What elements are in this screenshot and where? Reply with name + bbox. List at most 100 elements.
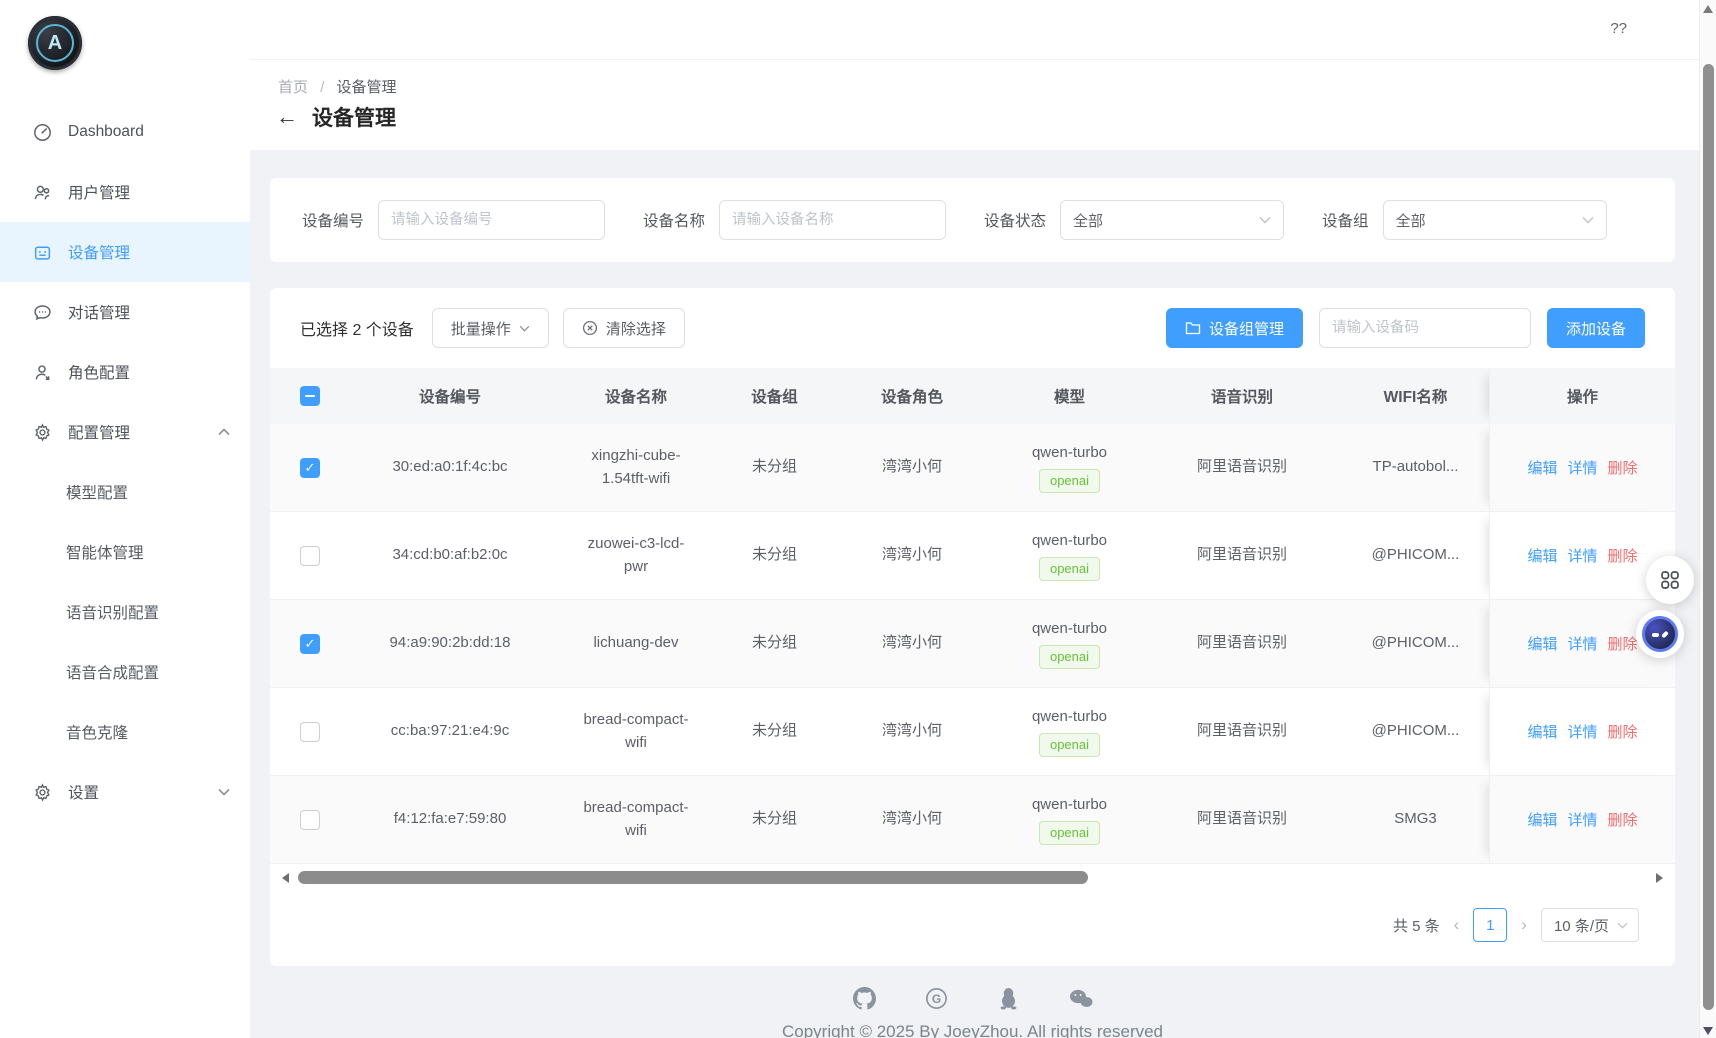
row-checkbox[interactable]: ✓ <box>300 546 320 566</box>
sidebar-item-asr-config[interactable]: 语音识别配置 <box>0 582 250 642</box>
sidebar-nav: Dashboard 用户管理 设备管理 对话管理 角色配置 <box>0 102 250 822</box>
delete-link[interactable]: 删除 <box>1608 545 1638 566</box>
table-toolbar: 已选择 2 个设备 批量操作 清除选择 设备组管理 <box>270 288 1675 368</box>
app-logo[interactable]: A <box>0 0 250 84</box>
gitee-icon[interactable]: G <box>925 986 949 1010</box>
wifi-cell: @PHICOM... <box>1342 688 1489 775</box>
delete-link[interactable]: 删除 <box>1608 457 1638 478</box>
sidebar-item-label: 配置管理 <box>68 421 130 443</box>
scroll-down-arrow-icon[interactable] <box>1703 1027 1713 1035</box>
sidebar-item-config-mgmt[interactable]: 配置管理 <box>0 402 250 462</box>
assistant-button[interactable] <box>1636 610 1684 658</box>
sidebar-item-role-config[interactable]: 角色配置 <box>0 342 250 402</box>
col-device-id: 设备编号 <box>350 368 550 424</box>
model-cell: qwen-turbo <box>1032 530 1107 553</box>
col-wifi: WIFI名称 <box>1342 368 1489 424</box>
model-provider-tag: openai <box>1039 733 1100 757</box>
wifi-cell: SMG3 <box>1342 776 1489 863</box>
delete-link[interactable]: 删除 <box>1608 809 1638 830</box>
detail-link[interactable]: 详情 <box>1567 457 1597 478</box>
edit-link[interactable]: 编辑 <box>1527 721 1557 742</box>
breadcrumb-home[interactable]: 首页 <box>278 79 308 96</box>
device-group-select[interactable]: 全部 <box>1383 200 1607 240</box>
asr-cell: 阿里语音识别 <box>1142 776 1342 863</box>
qq-icon[interactable] <box>997 986 1021 1010</box>
sidebar-item-label: 设备管理 <box>68 241 130 263</box>
sidebar-item-agent-mgmt[interactable]: 智能体管理 <box>0 522 250 582</box>
scroll-left-arrow-icon[interactable] <box>282 873 289 883</box>
device-id-cell: 94:a9:90:2b:dd:18 <box>350 600 550 687</box>
sidebar-item-label: 设置 <box>68 781 99 803</box>
edit-link[interactable]: 编辑 <box>1527 457 1557 478</box>
table-row: ✓ 94:a9:90:2b:dd:18 lichuang-dev 未分组 湾湾小… <box>270 600 1675 688</box>
delete-link[interactable]: 删除 <box>1608 721 1638 742</box>
sidebar-item-label: 角色配置 <box>68 361 130 383</box>
add-device-button[interactable]: 添加设备 <box>1547 308 1645 348</box>
edit-link[interactable]: 编辑 <box>1527 809 1557 830</box>
back-arrow-icon[interactable]: ← <box>276 106 298 128</box>
sidebar-item-device-mgmt[interactable]: 设备管理 <box>0 222 250 282</box>
sidebar-item-user-mgmt[interactable]: 用户管理 <box>0 162 250 222</box>
clear-selection-button[interactable]: 清除选择 <box>563 308 685 348</box>
role-cell: 湾湾小何 <box>827 600 997 687</box>
gear-icon <box>32 422 52 442</box>
device-id-filter-input[interactable] <box>378 200 605 240</box>
wechat-icon[interactable] <box>1069 986 1093 1010</box>
table-row: ✓ f4:12:fa:e7:59:80 bread-compact-wifi 未… <box>270 776 1675 864</box>
device-id-cell: 30:ed:a0:1f:4c:bc <box>350 424 550 511</box>
edit-link[interactable]: 编辑 <box>1527 633 1557 654</box>
delete-link[interactable]: 删除 <box>1608 633 1638 654</box>
github-icon[interactable] <box>853 986 877 1010</box>
pagination-total: 共 5 条 <box>1393 915 1440 936</box>
sidebar-item-label: 语音识别配置 <box>66 601 159 623</box>
device-name-cell: lichuang-dev <box>593 632 678 655</box>
sidebar-item-tts-config[interactable]: 语音合成配置 <box>0 642 250 702</box>
detail-link[interactable]: 详情 <box>1567 721 1597 742</box>
toolbox-toggle-button[interactable] <box>1646 556 1694 604</box>
page-title: 设备管理 <box>312 102 396 132</box>
vertical-scrollbar-thumb[interactable] <box>1703 64 1714 1010</box>
vertical-scrollbar <box>1699 0 1716 1038</box>
detail-link[interactable]: 详情 <box>1567 545 1597 566</box>
sidebar-item-model-config[interactable]: 模型配置 <box>0 462 250 522</box>
device-name-cell: bread-compact-wifi <box>577 709 695 754</box>
horizontal-scrollbar-thumb[interactable] <box>298 871 1088 884</box>
sidebar-item-voice-clone[interactable]: 音色克隆 <box>0 702 250 762</box>
chevron-down-icon <box>1617 922 1628 929</box>
sidebar-item-settings[interactable]: 设置 <box>0 762 250 822</box>
sidebar: A Dashboard 用户管理 设备管理 对话管理 <box>0 0 250 1038</box>
col-model: 模型 <box>997 368 1142 424</box>
scroll-up-arrow-icon[interactable] <box>1703 5 1713 13</box>
select-all-checkbox[interactable] <box>300 386 320 406</box>
sidebar-item-chat-mgmt[interactable]: 对话管理 <box>0 282 250 342</box>
user-avatar-fallback[interactable]: ?? <box>1610 20 1627 37</box>
svg-text:G: G <box>932 991 941 1005</box>
batch-actions-button[interactable]: 批量操作 <box>432 308 549 348</box>
device-code-input[interactable] <box>1319 308 1531 348</box>
device-group-manage-label: 设备组管理 <box>1209 318 1284 339</box>
group-cell: 未分组 <box>722 424 827 511</box>
scroll-right-arrow-icon[interactable] <box>1656 873 1663 883</box>
detail-link[interactable]: 详情 <box>1567 633 1597 654</box>
page-number-button[interactable]: 1 <box>1473 908 1507 942</box>
group-cell: 未分组 <box>722 512 827 599</box>
sidebar-item-dashboard[interactable]: Dashboard <box>0 102 250 162</box>
row-checkbox[interactable]: ✓ <box>300 634 320 654</box>
prev-page-button[interactable]: ‹ <box>1452 915 1462 935</box>
detail-link[interactable]: 详情 <box>1567 809 1597 830</box>
device-group-manage-button[interactable]: 设备组管理 <box>1166 308 1303 348</box>
edit-link[interactable]: 编辑 <box>1527 545 1557 566</box>
next-page-button[interactable]: › <box>1519 915 1529 935</box>
device-id-cell: cc:ba:97:21:e4:9c <box>350 688 550 775</box>
main-area: ?? 首页 / 设备管理 ← 设备管理 设备编号 设备名称 设备状态 <box>250 0 1699 1038</box>
model-provider-tag: openai <box>1039 557 1100 581</box>
chat-icon <box>32 302 52 322</box>
sidebar-item-label: 模型配置 <box>66 481 128 503</box>
row-checkbox[interactable]: ✓ <box>300 458 320 478</box>
device-name-filter-input[interactable] <box>719 200 946 240</box>
page-size-select[interactable]: 10 条/页 <box>1541 908 1639 942</box>
row-checkbox[interactable]: ✓ <box>300 810 320 830</box>
device-status-select[interactable]: 全部 <box>1060 200 1284 240</box>
group-cell: 未分组 <box>722 776 827 863</box>
row-checkbox[interactable]: ✓ <box>300 722 320 742</box>
